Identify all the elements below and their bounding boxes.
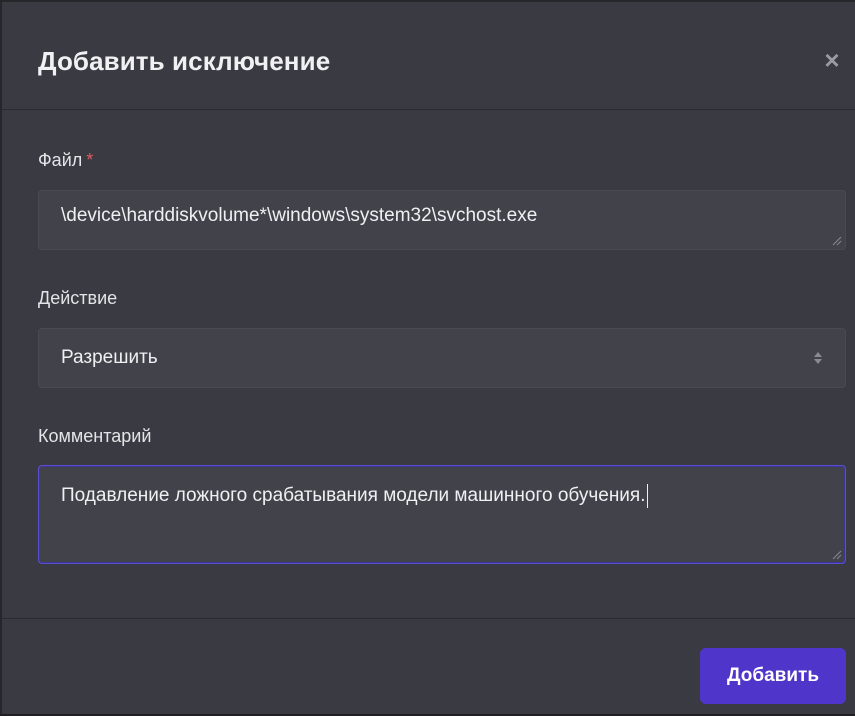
comment-field[interactable]: Подавление ложного срабатывания модели м… <box>38 465 846 564</box>
file-label: Файл * <box>38 150 93 171</box>
select-arrows-icon <box>814 352 822 364</box>
required-mark: * <box>86 150 94 170</box>
action-label: Действие <box>38 288 118 308</box>
action-select-value: Разрешить <box>61 347 158 368</box>
dialog-header: Добавить исключение × <box>2 2 855 110</box>
action-select[interactable]: Разрешить <box>38 328 846 388</box>
comment-field-value: Подавление ложного срабатывания модели м… <box>61 485 646 507</box>
dialog-title: Добавить исключение <box>38 46 331 76</box>
resize-grip-icon[interactable] <box>832 236 842 246</box>
file-field[interactable]: \device\harddiskvolume*\windows\system32… <box>38 190 846 250</box>
add-button[interactable]: Добавить <box>700 648 846 704</box>
text-caret <box>646 484 648 508</box>
comment-label: Комментарий <box>38 426 152 446</box>
add-exception-dialog: Добавить исключение × Файл * \device\hard… <box>0 0 855 714</box>
resize-grip-icon[interactable] <box>832 550 842 560</box>
close-icon[interactable]: × <box>818 46 846 74</box>
file-label-text: Файл <box>38 150 83 170</box>
file-field-value: \device\harddiskvolume*\windows\system32… <box>61 205 538 226</box>
